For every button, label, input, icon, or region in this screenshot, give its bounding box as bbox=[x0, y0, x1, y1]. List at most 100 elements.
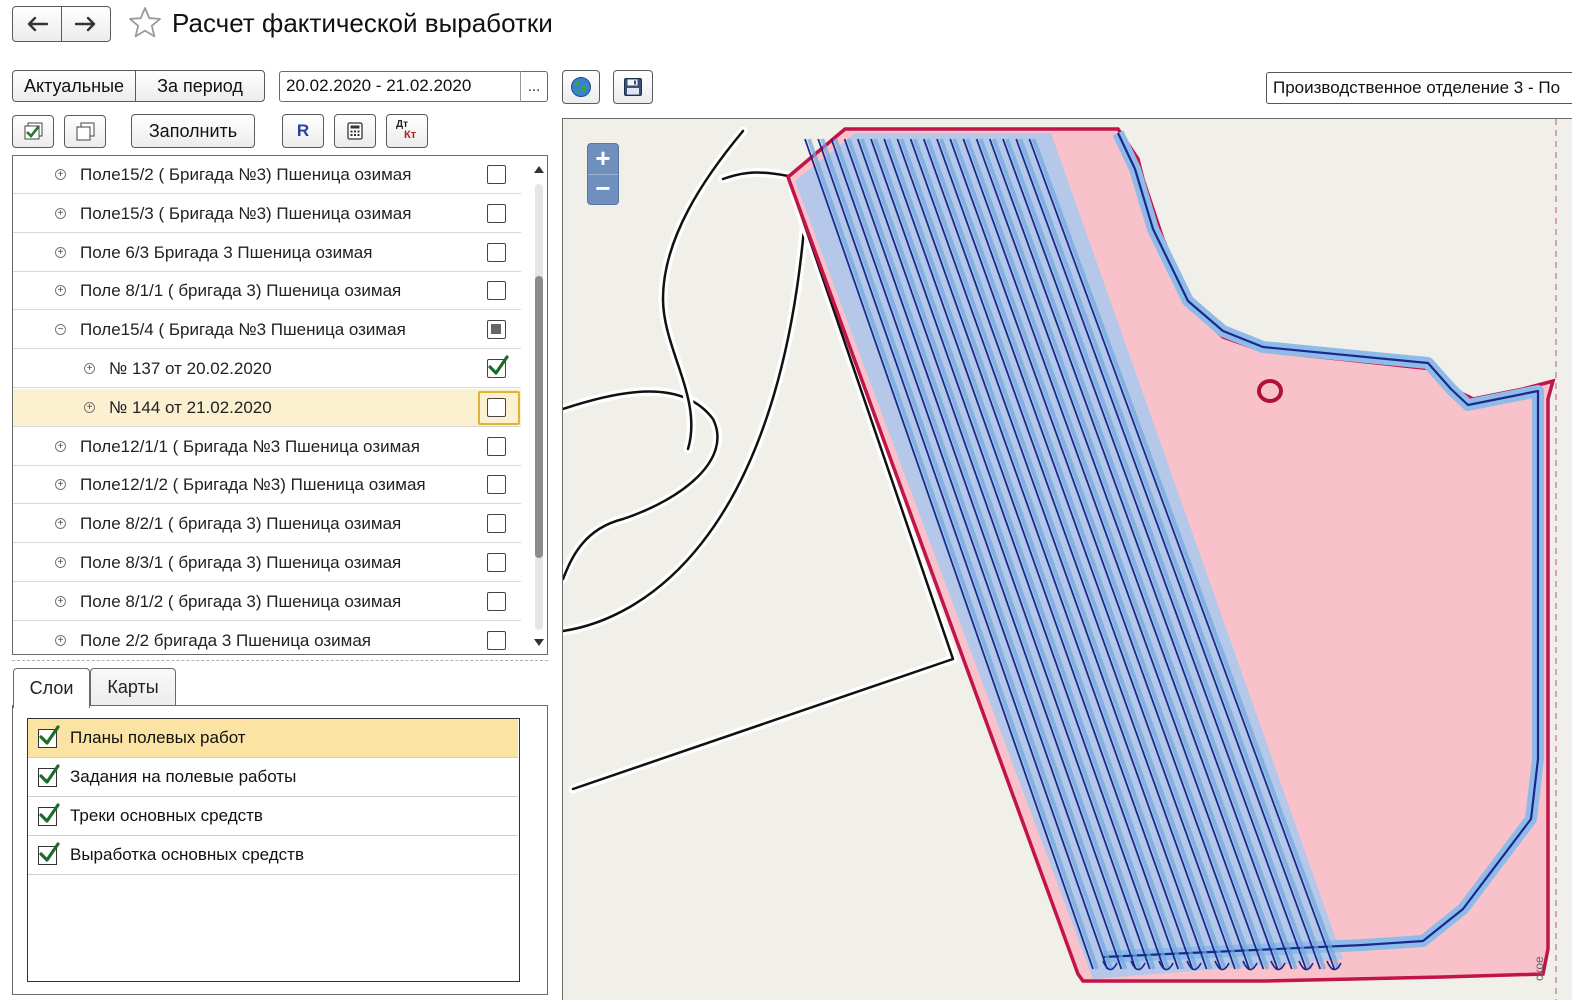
fields-tree[interactable]: + Поле15/2 ( Бригада №3) Пшеница озимая + П… bbox=[12, 155, 548, 655]
expand-icon[interactable]: + bbox=[55, 285, 66, 297]
tree-row[interactable]: + Поле 8/1/1 ( бригада 3) Пшеница озимая bbox=[13, 272, 521, 311]
expand-icon[interactable]: + bbox=[55, 518, 66, 530]
layer-label: Планы полевых работ bbox=[70, 728, 246, 747]
map-edge-label: ское bbox=[1532, 956, 1546, 981]
r-button[interactable]: R bbox=[282, 114, 324, 148]
floppy-disk-icon bbox=[624, 78, 642, 96]
row-checkbox[interactable] bbox=[487, 203, 506, 223]
forward-button[interactable] bbox=[61, 6, 111, 42]
checkmark-icon bbox=[488, 355, 509, 375]
layer-label: Треки основных средств bbox=[70, 806, 263, 825]
expand-icon[interactable]: + bbox=[55, 246, 66, 258]
tree-row-label: № 137 от 20.02.2020 bbox=[109, 359, 272, 378]
tree-scrollbar[interactable] bbox=[531, 156, 547, 653]
scroll-down-icon[interactable] bbox=[534, 639, 544, 646]
select-period-button[interactable]: ... bbox=[520, 71, 548, 102]
expand-icon[interactable]: + bbox=[55, 479, 66, 491]
row-checkbox[interactable] bbox=[487, 355, 509, 378]
organization-field[interactable]: Производственное отделение 3 - По bbox=[1266, 72, 1572, 104]
tree-row[interactable]: + Поле 2/2 бригада 3 Пшеница озимая bbox=[13, 622, 521, 654]
scroll-up-icon[interactable] bbox=[534, 166, 544, 173]
navigation-buttons bbox=[12, 6, 112, 42]
globe-icon bbox=[571, 77, 591, 97]
row-checkbox[interactable] bbox=[487, 475, 506, 495]
expand-icon[interactable]: + bbox=[55, 634, 66, 646]
arrow-right-icon bbox=[75, 16, 96, 32]
calculator-icon bbox=[347, 122, 363, 140]
tree-row[interactable]: + Поле 8/1/2 ( бригада 3) Пшеница озимая bbox=[13, 583, 521, 621]
tree-row-label: Поле 8/1/1 ( бригада 3) Пшеница озимая bbox=[80, 281, 402, 301]
dt-kt-button[interactable]: Дт Кт bbox=[386, 114, 428, 148]
row-checkbox[interactable] bbox=[487, 242, 506, 262]
expand-icon[interactable]: + bbox=[55, 207, 66, 219]
date-range-field[interactable]: 20.02.2020 - 21.02.2020 bbox=[279, 71, 521, 102]
calculator-button[interactable] bbox=[334, 114, 376, 148]
tree-row[interactable]: + Поле15/3 ( Бригада №3) Пшеница озимая bbox=[13, 195, 521, 233]
row-checkbox[interactable] bbox=[487, 281, 506, 301]
dt-kt-icon: Дт Кт bbox=[395, 119, 419, 143]
tree-row[interactable]: + Поле15/2 ( Бригада №3) Пшеница озимая bbox=[13, 156, 521, 194]
checkmark-icon bbox=[39, 764, 60, 784]
actual-button[interactable]: Актуальные bbox=[12, 70, 136, 102]
row-checkbox[interactable] bbox=[487, 591, 506, 611]
tab-maps[interactable]: Карты bbox=[90, 668, 176, 706]
map-canvas[interactable]: ское bbox=[563, 119, 1572, 1000]
collapse-icon[interactable]: − bbox=[55, 324, 66, 336]
check-all-button[interactable] bbox=[12, 115, 54, 148]
tree-row[interactable]: + № 144 от 21.02.2020 bbox=[13, 388, 521, 427]
layer-label: Выработка основных средств bbox=[70, 845, 304, 864]
zoom-in-button[interactable]: + bbox=[588, 144, 618, 175]
tree-row[interactable]: + Поле 8/2/1 ( бригада 3) Пшеница озимая bbox=[13, 505, 521, 544]
layer-item[interactable]: Треки основных средств bbox=[28, 797, 518, 836]
tree-row-label: Поле15/2 ( Бригада №3) Пшеница озимая bbox=[80, 165, 412, 184]
tree-row-label: № 144 от 21.02.2020 bbox=[109, 397, 272, 417]
map-view[interactable]: ское + − bbox=[562, 118, 1572, 1000]
period-button[interactable]: За период bbox=[135, 70, 265, 102]
tab-layers[interactable]: Слои bbox=[13, 668, 90, 708]
tree-row[interactable]: + № 137 от 20.02.2020 bbox=[13, 350, 521, 388]
layer-label: Задания на полевые работы bbox=[70, 767, 297, 786]
tree-row[interactable]: + Поле12/1/2 ( Бригада №3) Пшеница озимая bbox=[13, 466, 521, 505]
layer-checkbox[interactable] bbox=[38, 842, 60, 865]
row-checkbox[interactable] bbox=[487, 553, 506, 572]
save-button[interactable] bbox=[613, 70, 653, 104]
star-icon[interactable] bbox=[128, 6, 162, 40]
row-checkbox[interactable] bbox=[487, 630, 506, 650]
layers-panel: Планы полевых работ Задания на полевые ра… bbox=[12, 705, 548, 995]
tree-row-label: Поле12/1/1 ( Бригада №3 Пшеница озимая bbox=[80, 436, 420, 456]
tree-row-label: Поле 8/3/1 ( бригада 3) Пшеница озимая bbox=[80, 553, 402, 572]
layer-checkbox[interactable] bbox=[38, 803, 60, 826]
tree-row-label: Поле12/1/2 ( Бригада №3) Пшеница озимая bbox=[80, 475, 426, 495]
zoom-out-button[interactable]: − bbox=[588, 174, 618, 204]
expand-icon[interactable]: + bbox=[84, 401, 95, 413]
fill-button[interactable]: Заполнить bbox=[131, 114, 255, 148]
tree-row[interactable]: + Поле 6/3 Бригада 3 Пшеница озимая bbox=[13, 234, 521, 272]
layer-item[interactable]: Выработка основных средств bbox=[28, 836, 518, 875]
scroll-thumb[interactable] bbox=[535, 276, 543, 558]
row-checkbox[interactable] bbox=[487, 165, 506, 184]
row-checkbox[interactable] bbox=[487, 397, 506, 417]
row-checkbox[interactable] bbox=[487, 514, 506, 534]
globe-button[interactable] bbox=[562, 70, 600, 104]
expand-icon[interactable]: + bbox=[55, 595, 66, 607]
checkmark-icon bbox=[39, 725, 60, 745]
uncheck-all-button[interactable] bbox=[64, 115, 106, 148]
expand-icon[interactable]: + bbox=[84, 363, 95, 374]
tree-row[interactable]: − Поле15/4 ( Бригада №3 Пшеница озимая bbox=[13, 311, 521, 350]
tree-row[interactable]: + Поле 8/3/1 ( бригада 3) Пшеница озимая bbox=[13, 544, 521, 582]
layer-checkbox[interactable] bbox=[38, 764, 60, 787]
expand-icon[interactable]: + bbox=[55, 557, 66, 568]
check-all-icon bbox=[24, 122, 43, 139]
row-checkbox[interactable] bbox=[487, 320, 506, 340]
layer-item[interactable]: Планы полевых работ bbox=[28, 719, 518, 758]
back-button[interactable] bbox=[12, 6, 62, 42]
tree-row[interactable]: + Поле12/1/1 ( Бригада №3 Пшеница озимая bbox=[13, 428, 521, 466]
row-checkbox[interactable] bbox=[487, 436, 506, 456]
splitter[interactable] bbox=[12, 660, 548, 661]
expand-icon[interactable]: + bbox=[55, 169, 66, 180]
uncheck-all-icon bbox=[76, 122, 95, 140]
expand-icon[interactable]: + bbox=[55, 440, 66, 452]
kt-label: Кт bbox=[404, 129, 417, 141]
layer-checkbox[interactable] bbox=[38, 725, 60, 748]
layer-item[interactable]: Задания на полевые работы bbox=[28, 758, 518, 797]
